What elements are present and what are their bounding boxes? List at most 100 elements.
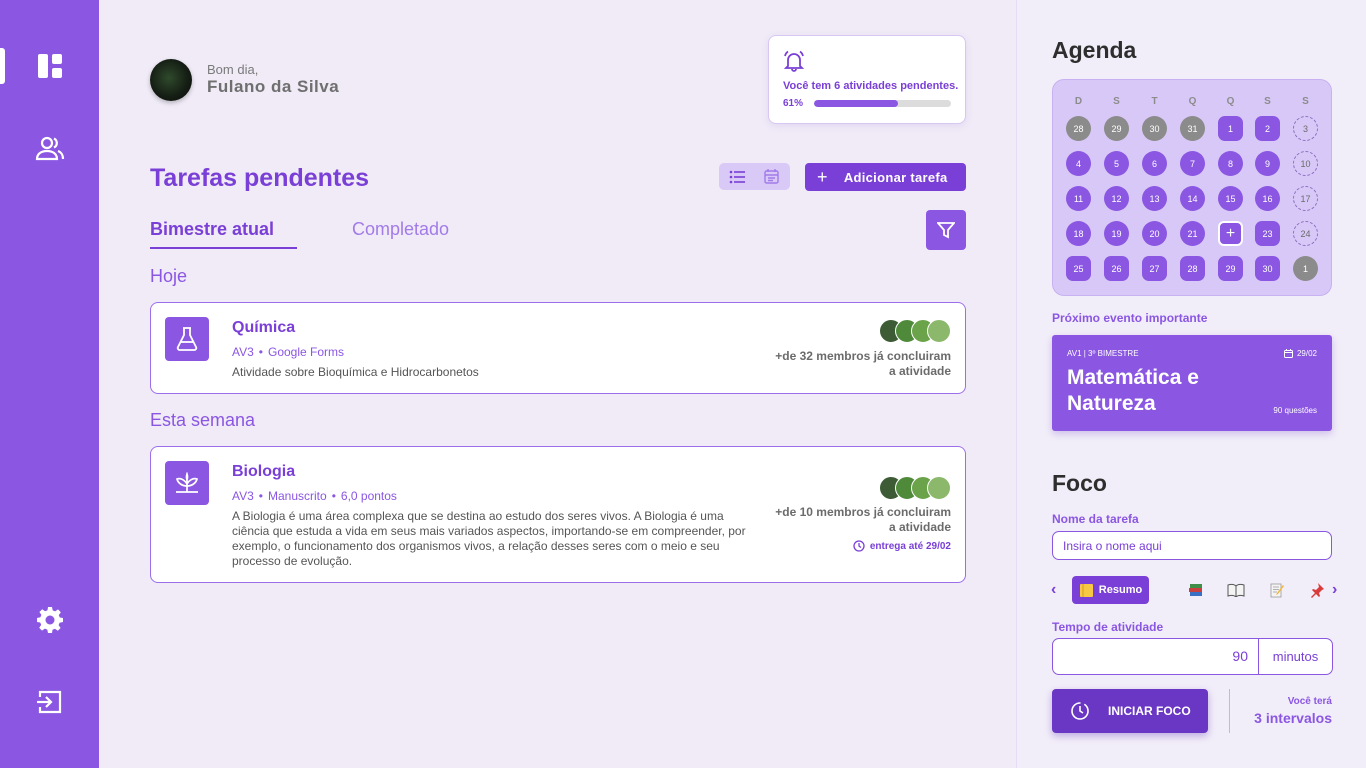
- calendar-day[interactable]: 8: [1218, 151, 1243, 176]
- calendar-day[interactable]: 14: [1180, 186, 1205, 211]
- pending-notification[interactable]: Você tem 6 atividades pendentes. 61%: [768, 35, 966, 124]
- tab-completado[interactable]: Completado: [352, 219, 449, 240]
- pushpin-icon[interactable]: [1305, 578, 1329, 602]
- task-name-label: Nome da tarefa: [1052, 512, 1139, 526]
- calendar-day[interactable]: 7: [1180, 151, 1205, 176]
- calendar-day[interactable]: 24: [1293, 221, 1318, 246]
- timer-icon: [1070, 701, 1090, 721]
- calendar-day[interactable]: 31: [1180, 116, 1205, 141]
- books-icon[interactable]: [1184, 578, 1208, 602]
- weekday-header: D: [1074, 96, 1083, 107]
- calendar-day[interactable]: 6: [1142, 151, 1167, 176]
- calendar-day[interactable]: 29: [1104, 116, 1129, 141]
- dashboard-icon[interactable]: [32, 48, 68, 84]
- event-title: Matemática e Natureza: [1067, 366, 1199, 415]
- calendar-day[interactable]: 29: [1218, 256, 1243, 281]
- chevron-left-icon[interactable]: ‹: [1051, 581, 1056, 599]
- calendar-day[interactable]: 11: [1066, 186, 1091, 211]
- view-toggle: [719, 163, 790, 190]
- add-task-button[interactable]: + Adicionar tarefa: [805, 163, 966, 191]
- notification-text: Você tem 6 atividades pendentes.: [783, 80, 959, 92]
- task-title: Biologia: [232, 463, 296, 480]
- members-completed: +de 10 membros já concluiram a atividade: [775, 505, 951, 534]
- chip-resumo[interactable]: Resumo: [1072, 576, 1149, 604]
- users-icon[interactable]: [32, 130, 68, 166]
- calendar-day[interactable]: 5: [1104, 151, 1129, 176]
- calendar-day[interactable]: 13: [1142, 186, 1167, 211]
- list-view-icon[interactable]: [719, 163, 754, 190]
- tab-bimestre-atual[interactable]: Bimestre atual: [150, 219, 274, 240]
- user-name: Fulano da Silva: [207, 77, 340, 96]
- due-date: entrega até 29/02: [853, 540, 951, 552]
- plus-icon: +: [817, 167, 828, 187]
- calendar-day[interactable]: 10: [1293, 151, 1318, 176]
- task-card-biologia[interactable]: Biologia AV3 • Manuscrito • 6,0 pontos A Bio…: [150, 446, 966, 583]
- active-tab-underline: [150, 247, 297, 249]
- event-date: 29/02: [1283, 349, 1317, 358]
- group-label-today: Hoje: [150, 266, 188, 286]
- calendar-view-icon[interactable]: [754, 163, 789, 190]
- calendar-day[interactable]: 15: [1218, 186, 1243, 211]
- progress-fill: [814, 100, 898, 107]
- weekday-header: S: [1113, 96, 1120, 107]
- calendar-day[interactable]: 28: [1066, 116, 1091, 141]
- calendar-day[interactable]: 28: [1180, 256, 1205, 281]
- task-title: Química: [232, 319, 296, 336]
- filter-icon: [937, 222, 955, 239]
- filter-button[interactable]: [926, 210, 966, 250]
- member-avatars: [879, 476, 951, 500]
- sidebar: [0, 0, 99, 768]
- agenda-title: Agenda: [1052, 37, 1137, 63]
- task-name-input[interactable]: [1052, 531, 1332, 560]
- calendar-day[interactable]: 27: [1142, 256, 1167, 281]
- calendar-day[interactable]: 23: [1255, 221, 1280, 246]
- calendar-day[interactable]: 25: [1066, 256, 1091, 281]
- calendar-day[interactable]: 1: [1218, 116, 1243, 141]
- calendar-day[interactable]: 30: [1142, 116, 1167, 141]
- event-tag: AV1 | 3º BIMESTRE: [1067, 349, 1139, 358]
- memo-icon[interactable]: [1265, 578, 1289, 602]
- calendar-add-day[interactable]: +: [1218, 221, 1243, 246]
- calendar-day[interactable]: 30: [1255, 256, 1280, 281]
- time-input[interactable]: 90: [1053, 639, 1259, 674]
- focus-title: Foco: [1052, 470, 1107, 496]
- avatar: [927, 476, 951, 500]
- bell-icon: [783, 50, 805, 77]
- task-description: A Biologia é uma área complexa que se de…: [232, 509, 746, 568]
- settings-icon[interactable]: [32, 602, 68, 638]
- calendar-day[interactable]: 17: [1293, 186, 1318, 211]
- calendar-day[interactable]: 9: [1255, 151, 1280, 176]
- calendar-day[interactable]: 21: [1180, 221, 1205, 246]
- task-meta: AV3 • Google Forms: [232, 345, 345, 359]
- logout-icon[interactable]: [32, 684, 68, 720]
- weekday-header: Q: [1226, 96, 1235, 107]
- calendar-day[interactable]: 26: [1104, 256, 1129, 281]
- member-avatars: [879, 319, 951, 343]
- time-input-group: 90 minutos: [1052, 638, 1333, 675]
- start-focus-button[interactable]: INICIAR FOCO: [1052, 689, 1208, 733]
- chevron-right-icon[interactable]: ›: [1332, 581, 1337, 599]
- avatar[interactable]: [150, 59, 192, 101]
- calendar-day[interactable]: 1: [1293, 256, 1318, 281]
- calendar-day[interactable]: 4: [1066, 151, 1091, 176]
- next-event-card[interactable]: AV1 | 3º BIMESTRE 29/02 Matemática e Nat…: [1052, 335, 1332, 431]
- calendar-day[interactable]: 19: [1104, 221, 1129, 246]
- calendar: D S T Q Q S S 28 29 30 31 1 2 3 4 5 6 7 8 9 10 11 12 13 14 15 16 17…: [1052, 79, 1332, 296]
- calendar-day[interactable]: 3: [1293, 116, 1318, 141]
- task-card-quimica[interactable]: Química AV3 • Google Forms Atividade sobre…: [150, 302, 966, 394]
- right-panel: Agenda D S T Q Q S S 28 29 30 31 1 2 3 4 5 6 7 8 9 10 11 12 13 1…: [1016, 0, 1366, 768]
- calendar-day[interactable]: 16: [1255, 186, 1280, 211]
- calendar-day[interactable]: 20: [1142, 221, 1167, 246]
- weekday-header: S: [1302, 96, 1309, 107]
- event-questions: 90 questões: [1273, 406, 1317, 415]
- task-meta: AV3 • Manuscrito • 6,0 pontos: [232, 489, 397, 503]
- time-unit: minutos: [1272, 649, 1319, 664]
- calendar-day[interactable]: 18: [1066, 221, 1091, 246]
- open-book-icon[interactable]: [1224, 578, 1248, 602]
- calendar-day[interactable]: 2: [1255, 116, 1280, 141]
- avatar: [927, 319, 951, 343]
- page-title: Tarefas pendentes: [150, 164, 370, 192]
- calendar-day[interactable]: 12: [1104, 186, 1129, 211]
- progress-percent: 61%: [783, 98, 804, 109]
- next-event-label: Próximo evento importante: [1052, 311, 1208, 325]
